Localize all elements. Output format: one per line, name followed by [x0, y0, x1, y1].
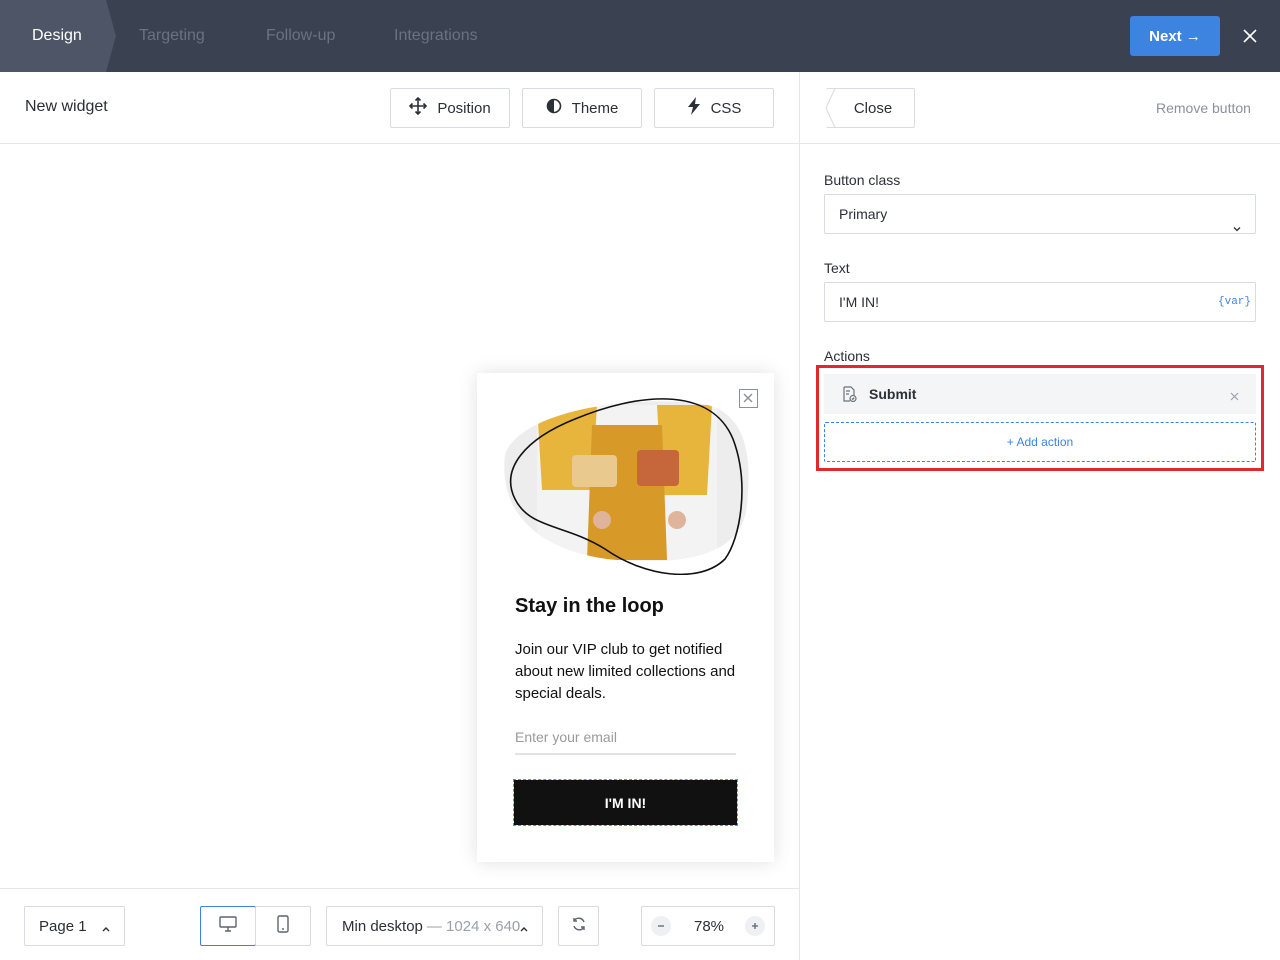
resolution-selector[interactable]: Min desktop — 1024 x 640 — [326, 906, 543, 946]
move-icon — [409, 96, 428, 119]
resolution-label: Min desktop — [342, 917, 423, 935]
form-submit-icon — [841, 386, 857, 407]
mobile-view-button[interactable] — [255, 906, 311, 946]
text-label: Text — [824, 260, 850, 276]
button-class-label: Button class — [824, 172, 901, 188]
popup-description: Join our VIP club to get notified about … — [515, 641, 736, 702]
properties-header: Close Remove button — [800, 72, 1280, 144]
resolution-size: — 1024 x 640 — [426, 917, 521, 935]
action-item-submit[interactable]: Submit — [824, 374, 1256, 414]
button-text-value: I'M IN! — [839, 294, 880, 310]
chevron-up-icon — [101, 921, 111, 938]
close-panel-label: Close — [853, 99, 893, 117]
close-panel-button[interactable]: Close — [825, 88, 915, 128]
top-bar: Design Targeting Follow-up Integrations … — [0, 0, 1280, 72]
desktop-icon — [219, 916, 237, 936]
widget-popup[interactable]: Stay in the loop Join our VIP club to ge… — [477, 373, 774, 862]
position-label: Position — [437, 99, 491, 117]
add-action-button[interactable]: + Add action — [824, 422, 1256, 462]
page-label: Page 1 — [39, 917, 87, 935]
theme-button[interactable]: Theme — [522, 88, 642, 128]
button-class-select[interactable]: Primary — [824, 194, 1256, 234]
close-icon[interactable] — [1240, 26, 1260, 46]
submit-cta-button[interactable]: I'M IN! — [513, 779, 738, 826]
remove-action-icon[interactable] — [1230, 388, 1239, 406]
rotate-icon — [571, 916, 587, 936]
design-canvas[interactable]: Stay in the loop Join our VIP club to ge… — [0, 144, 800, 888]
zoom-level: 78% — [694, 918, 725, 935]
theme-label: Theme — [571, 99, 619, 117]
position-button[interactable]: Position — [390, 88, 510, 128]
remove-button-link[interactable]: Remove button — [1156, 100, 1251, 116]
step-integrations[interactable]: Integrations — [394, 0, 478, 72]
actions-label: Actions — [824, 348, 870, 364]
css-label: CSS — [710, 99, 742, 117]
mobile-icon — [277, 915, 289, 937]
desktop-view-button[interactable] — [200, 906, 256, 946]
next-button[interactable]: Next → — [1130, 16, 1220, 56]
zoom-in-icon[interactable] — [745, 916, 765, 936]
hero-image — [497, 395, 753, 576]
email-field[interactable] — [515, 721, 736, 755]
variable-insert-button[interactable]: {var} — [1218, 283, 1251, 321]
button-text-field[interactable]: I'M IN! {var} — [824, 282, 1256, 322]
chevron-up-icon — [519, 921, 529, 938]
zoom-control: 78% — [641, 906, 775, 946]
back-arrow-icon — [825, 88, 836, 128]
action-name: Submit — [869, 386, 917, 402]
step-follow-up[interactable]: Follow-up — [266, 0, 335, 72]
lightning-icon — [687, 97, 701, 119]
page-selector[interactable]: Page 1 — [24, 906, 125, 946]
chevron-down-icon — [1232, 210, 1242, 248]
zoom-out-icon[interactable] — [651, 916, 671, 936]
rotate-button[interactable] — [558, 906, 599, 946]
step-design[interactable]: Design — [0, 0, 116, 72]
bottom-bar: Page 1 Min desktop — 1024 x 640 78% — [0, 888, 800, 960]
editor-toolbar: New widget Position Theme CSS — [0, 72, 800, 144]
contrast-icon — [546, 98, 562, 118]
button-class-value: Primary — [839, 206, 888, 222]
popup-title: Stay in the loop — [515, 595, 664, 617]
widget-title: New widget — [25, 98, 108, 115]
css-button[interactable]: CSS — [654, 88, 774, 128]
step-targeting[interactable]: Targeting — [139, 0, 205, 72]
